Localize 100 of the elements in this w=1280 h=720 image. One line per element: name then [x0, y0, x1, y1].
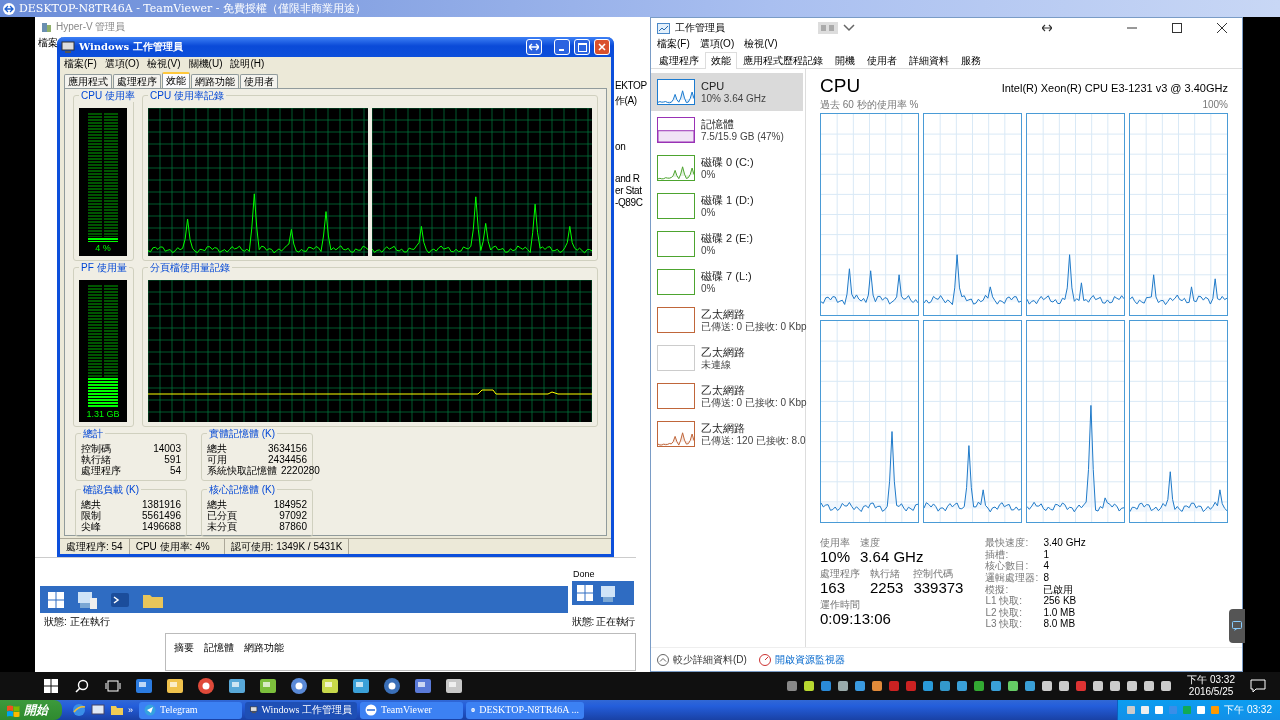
- start-button[interactable]: 開始: [0, 700, 62, 720]
- tab[interactable]: 應用程式歷程記錄: [737, 52, 829, 68]
- resource-name: 磁碟 7 (L:): [701, 269, 752, 283]
- resource-item[interactable]: 磁碟 0 (C:) 0%: [651, 149, 803, 187]
- app-icon[interactable]: [165, 677, 184, 695]
- taskbar-button[interactable]: Windows 工作管理員: [245, 701, 357, 719]
- resource-name: 磁碟 1 (D:): [701, 193, 754, 207]
- tray-icon[interactable]: [1109, 680, 1122, 692]
- task-view-icon[interactable]: [104, 680, 121, 692]
- tray-icon[interactable]: [871, 680, 884, 692]
- search-icon[interactable]: [74, 679, 89, 693]
- fewer-details-link[interactable]: 較少詳細資料(D): [657, 653, 747, 666]
- tab[interactable]: 使用者: [240, 74, 278, 88]
- resize-button[interactable]: [526, 39, 542, 55]
- tray-icon[interactable]: [1024, 680, 1037, 692]
- tray-icon[interactable]: [956, 680, 969, 692]
- app-icon[interactable]: [444, 677, 463, 695]
- tab[interactable]: 服務: [955, 52, 987, 68]
- resource-item[interactable]: 乙太網路 已傳送: 120 已接收: 8.0: [651, 415, 803, 453]
- metric-value: 0:09:13:06: [820, 610, 891, 627]
- chevron-up-icon: [657, 653, 669, 666]
- monitor-icon: [61, 40, 75, 54]
- resource-item[interactable]: 記憶體 7.5/15.9 GB (47%): [651, 111, 803, 149]
- app-icon[interactable]: [227, 677, 246, 695]
- tray-icon[interactable]: [1160, 680, 1173, 692]
- menu-item[interactable]: 說明(H): [230, 58, 265, 70]
- tray-icon[interactable]: [1092, 680, 1105, 692]
- notification-icon[interactable]: [1250, 679, 1266, 693]
- tray-icon[interactable]: [1058, 680, 1071, 692]
- taskbar-button[interactable]: DESKTOP-N8TR46A ...: [466, 701, 584, 719]
- folder-icon[interactable]: [110, 703, 124, 717]
- tray-icon[interactable]: [820, 680, 833, 692]
- tab[interactable]: 詳細資料: [903, 52, 955, 68]
- detail-tab[interactable]: 網路功能: [244, 642, 284, 670]
- tab[interactable]: 網路功能: [191, 74, 239, 88]
- spec-label: L2 快取:: [985, 606, 1024, 619]
- tab[interactable]: 開機: [829, 52, 861, 68]
- resource-item[interactable]: 磁碟 2 (E:) 0%: [651, 225, 803, 263]
- app-icon[interactable]: [413, 677, 432, 695]
- menu-item[interactable]: 檢視(V): [147, 58, 181, 70]
- resource-item[interactable]: 乙太網路 未連線: [651, 339, 803, 377]
- tray-icon[interactable]: [990, 680, 1003, 692]
- resource-detail: 已傳送: 120 已接收: 8.0: [701, 434, 806, 447]
- menu-item[interactable]: 檔案(F): [657, 38, 690, 52]
- app-icon[interactable]: [196, 677, 215, 695]
- resource-item[interactable]: CPU 10% 3.64 GHz: [651, 73, 803, 111]
- desktop-icon[interactable]: [91, 703, 105, 717]
- app-icon[interactable]: [134, 677, 153, 695]
- text-fragment: -Q89C: [615, 197, 643, 209]
- app-icon[interactable]: [320, 677, 339, 695]
- tab[interactable]: 效能: [162, 72, 190, 88]
- tray-icon[interactable]: [786, 680, 799, 692]
- browser-icon[interactable]: [72, 703, 86, 717]
- tray-icon[interactable]: [1041, 680, 1054, 692]
- menu-item[interactable]: 選項(O): [699, 38, 735, 52]
- spec-value: 1.0 MB: [1043, 606, 1077, 619]
- menu-item[interactable]: 檢視(V): [744, 38, 778, 52]
- menu-item[interactable]: 關機(U): [188, 58, 223, 70]
- tab[interactable]: 處理程序: [653, 52, 705, 68]
- minimize-button[interactable]: [554, 39, 570, 55]
- tray-icon[interactable]: [1007, 680, 1020, 692]
- app-icon[interactable]: [289, 677, 308, 695]
- resource-item[interactable]: 磁碟 7 (L:) 0%: [651, 263, 803, 301]
- tray-icon[interactable]: [922, 680, 935, 692]
- tray-icon[interactable]: [973, 680, 986, 692]
- stat-value: 591: [164, 454, 181, 465]
- menu-item[interactable]: 選項(O): [104, 58, 140, 70]
- detail-tab[interactable]: 摘要: [174, 642, 194, 670]
- app-icon[interactable]: [258, 677, 277, 695]
- tray-icon[interactable]: [1143, 680, 1156, 692]
- tab[interactable]: 應用程式: [64, 74, 112, 88]
- metric-value: 3.64 GHz: [860, 548, 924, 565]
- tray-icon[interactable]: [854, 680, 867, 692]
- tab[interactable]: 效能: [705, 52, 737, 69]
- tray-icon[interactable]: [803, 680, 816, 692]
- windows-logo-icon[interactable]: [43, 679, 58, 693]
- windows-logo-icon: [48, 591, 64, 608]
- app-icon[interactable]: [351, 677, 370, 695]
- spec-value: 8.0 MB: [1043, 618, 1077, 630]
- stat-label: 可用: [207, 454, 227, 465]
- resource-detail: 0%: [701, 244, 717, 257]
- meter-reading: 4 %: [95, 242, 111, 254]
- app-icon[interactable]: [382, 677, 401, 695]
- tray-icon[interactable]: [1126, 680, 1139, 692]
- resource-monitor-link[interactable]: 開啟資源監視器: [758, 653, 845, 666]
- menu-item[interactable]: 檔案(F): [64, 58, 97, 70]
- menu-item[interactable]: 檔案: [38, 37, 58, 49]
- tray-icon[interactable]: [939, 680, 952, 692]
- tab[interactable]: 處理程序: [113, 74, 161, 88]
- tab[interactable]: 使用者: [861, 52, 903, 68]
- tray-icon[interactable]: [837, 680, 850, 692]
- detail-tab[interactable]: 記憶體: [204, 642, 234, 670]
- chevron-button[interactable]: »: [128, 704, 133, 716]
- resource-item[interactable]: 磁碟 1 (D:) 0%: [651, 187, 803, 225]
- resource-detail: 0%: [701, 206, 717, 219]
- text-fragment: EKTOP: [615, 80, 647, 92]
- taskbar-button[interactable]: TeamViewer: [360, 701, 463, 719]
- text-fragment: on: [615, 141, 626, 153]
- taskbar-button[interactable]: Telegram: [139, 701, 242, 719]
- side-panel-handle[interactable]: [1229, 609, 1245, 643]
